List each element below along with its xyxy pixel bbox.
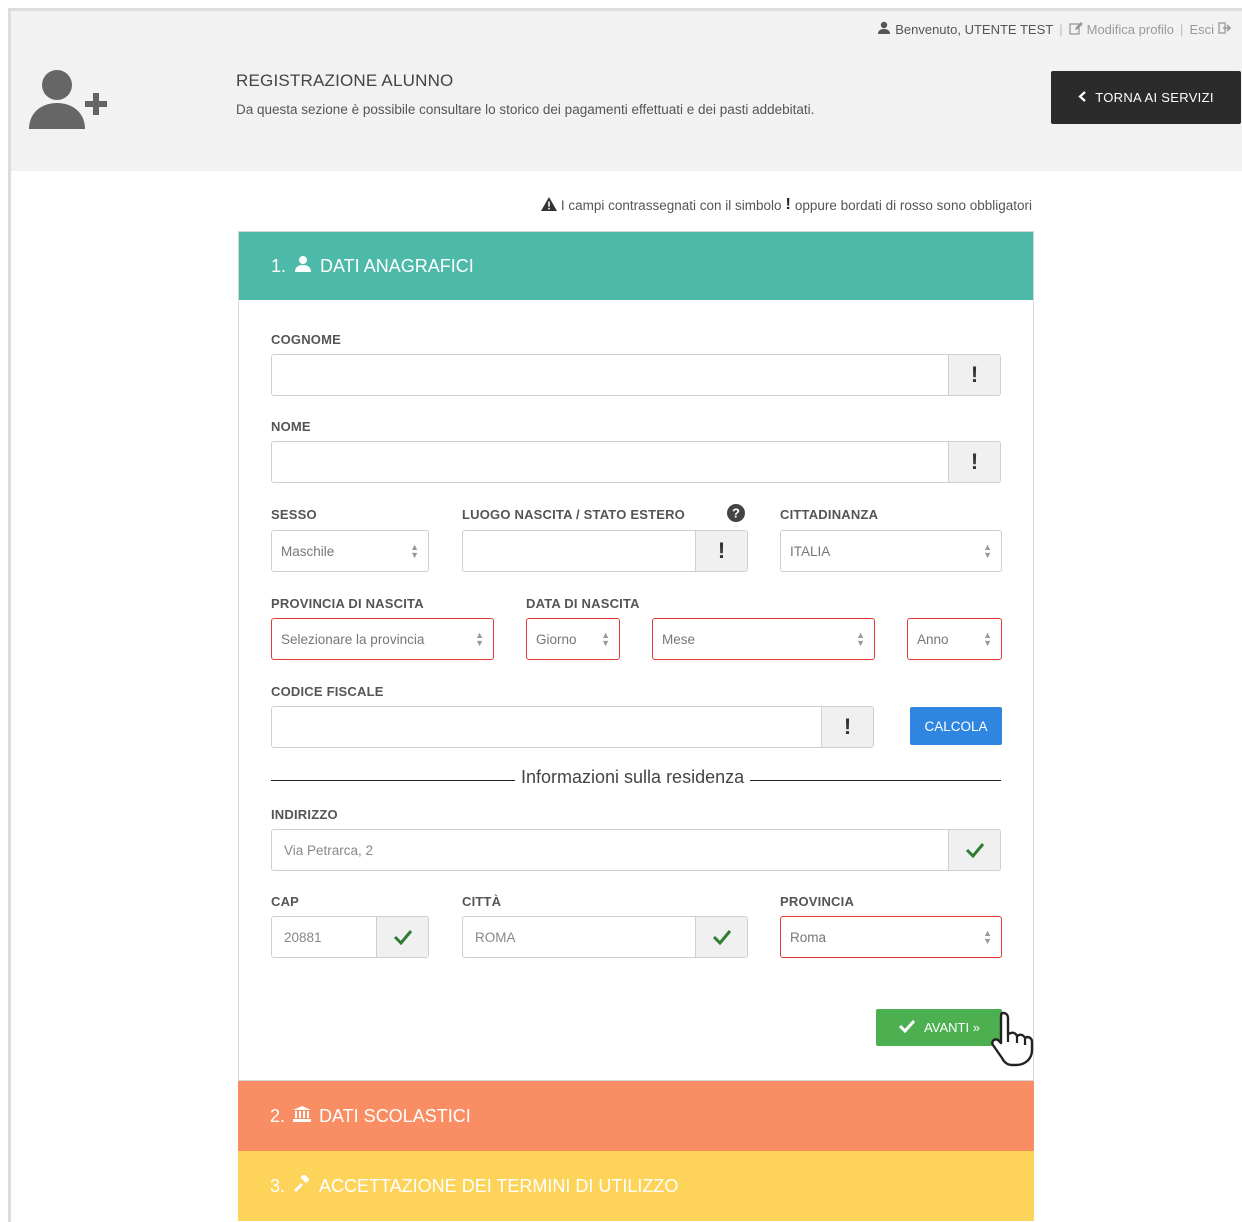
- exclamation-icon: !: [785, 196, 791, 213]
- user-icon: [877, 21, 891, 38]
- check-icon: [948, 830, 1000, 870]
- separator: |: [1180, 22, 1184, 37]
- giorno-value: Giorno: [536, 631, 577, 647]
- indirizzo-input[interactable]: Via Petrarca, 2: [272, 830, 948, 870]
- giorno-select[interactable]: Giorno ▲ ▼: [526, 618, 620, 660]
- step1-panel: 1. DATI ANAGRAFICI COGNOME ! NOME ! SESS…: [238, 231, 1034, 1081]
- select-arrows-icon: ▲ ▼: [856, 630, 865, 648]
- exclamation-icon: !: [821, 707, 873, 747]
- cognome-input[interactable]: [272, 355, 948, 395]
- cognome-field[interactable]: !: [271, 354, 1001, 396]
- note-text-after: oppure bordati di rosso sono obbligatori: [794, 197, 1032, 213]
- step1-number: 1.: [271, 255, 287, 276]
- residenza-divider-label: Informazioni sulla residenza: [515, 767, 751, 788]
- select-arrows-icon: ▲ ▼: [983, 542, 992, 560]
- select-arrows-icon: ▲ ▼: [983, 630, 992, 648]
- citta-field[interactable]: ROMA: [462, 916, 748, 958]
- citta-label: CITTÀ: [462, 894, 502, 909]
- exclamation-icon: !: [948, 442, 1000, 482]
- nome-label: NOME: [271, 419, 311, 434]
- sesso-select[interactable]: Maschile ▲ ▼: [271, 530, 429, 572]
- exclamation-icon: !: [695, 531, 747, 571]
- indirizzo-label: INDIRIZZO: [271, 807, 338, 822]
- luogo-nascita-input[interactable]: [463, 531, 695, 571]
- select-arrows-icon: ▲ ▼: [983, 928, 992, 946]
- calcola-button[interactable]: CALCOLA: [910, 707, 1002, 745]
- bank-icon: [293, 1105, 312, 1127]
- chevron-left-icon: [1078, 90, 1087, 105]
- page-header: Benvenuto, UTENTE TEST | Modifica profil…: [11, 11, 1242, 171]
- separator: |: [1059, 22, 1063, 37]
- step3-header[interactable]: 3. ACCETTAZIONE DEI TERMINI DI UTILIZZO: [238, 1151, 1034, 1221]
- cognome-label: COGNOME: [271, 332, 342, 347]
- step3-number: 3.: [270, 1175, 286, 1196]
- welcome-text: Benvenuto, UTENTE TEST: [895, 22, 1054, 37]
- anno-value: Anno: [917, 631, 949, 647]
- warning-icon: [540, 196, 557, 214]
- step3-title: ACCETTAZIONE DEI TERMINI DI UTILIZZO: [319, 1175, 679, 1196]
- select-arrows-icon: ▲ ▼: [410, 542, 419, 560]
- cittadinanza-value: ITALIA: [790, 543, 831, 559]
- luogo-nascita-field[interactable]: !: [462, 530, 748, 572]
- check-icon: [695, 917, 747, 957]
- check-icon: [898, 1019, 916, 1036]
- step1-title: DATI ANAGRAFICI: [320, 255, 474, 276]
- nome-input[interactable]: [272, 442, 948, 482]
- exclamation-icon: !: [948, 355, 1000, 395]
- data-nascita-label: DATA DI NASCITA: [526, 596, 640, 611]
- select-arrows-icon: ▲ ▼: [475, 630, 484, 648]
- codice-fiscale-field[interactable]: !: [271, 706, 874, 748]
- codice-fiscale-input[interactable]: [272, 707, 821, 747]
- step2-number: 2.: [270, 1105, 286, 1126]
- page-description: Da questa sezione è possibile consultare…: [236, 102, 815, 117]
- gavel-icon: [293, 1173, 311, 1198]
- user-bar: Benvenuto, UTENTE TEST | Modifica profil…: [877, 21, 1232, 38]
- required-fields-note: I campi contrassegnati con il simbolo ! …: [540, 196, 1032, 214]
- svg-text:?: ?: [732, 506, 740, 521]
- codice-fiscale-label: CODICE FISCALE: [271, 684, 384, 699]
- logout-icon[interactable]: [1218, 22, 1232, 37]
- select-arrows-icon: ▲ ▼: [601, 630, 610, 648]
- hand-pointer-icon: [981, 1003, 1045, 1067]
- nome-field[interactable]: !: [271, 441, 1001, 483]
- next-button-label: AVANTI »: [924, 1020, 980, 1035]
- step2-header[interactable]: 2. DATI SCOLASTICI: [238, 1081, 1034, 1151]
- citta-input[interactable]: ROMA: [463, 917, 695, 957]
- cap-field[interactable]: 20881: [271, 916, 429, 958]
- edit-icon[interactable]: [1068, 21, 1083, 38]
- help-icon[interactable]: ?: [727, 504, 745, 527]
- page-title: REGISTRAZIONE ALUNNO: [236, 71, 454, 90]
- cittadinanza-select[interactable]: ITALIA ▲ ▼: [780, 530, 1002, 572]
- provincia-nascita-label: PROVINCIA DI NASCITA: [271, 596, 424, 611]
- mese-select[interactable]: Mese ▲ ▼: [652, 618, 875, 660]
- sesso-label: SESSO: [271, 507, 317, 522]
- page-frame: Benvenuto, UTENTE TEST | Modifica profil…: [8, 8, 1242, 1222]
- cap-label: CAP: [271, 894, 300, 909]
- provincia-label: PROVINCIA: [780, 894, 855, 909]
- note-text-before: I campi contrassegnati con il simbolo: [560, 197, 782, 213]
- provincia-select[interactable]: Roma ▲ ▼: [780, 916, 1002, 958]
- edit-profile-link[interactable]: Modifica profilo: [1087, 22, 1174, 37]
- back-button-label: TORNA AI SERVIZI: [1095, 90, 1214, 105]
- provincia-nascita-select[interactable]: Selezionare la provincia ▲ ▼: [271, 618, 494, 660]
- add-user-icon: [27, 67, 109, 135]
- mese-value: Mese: [662, 631, 696, 647]
- user-icon: [294, 255, 312, 278]
- provincia-nascita-value: Selezionare la provincia: [281, 631, 425, 647]
- cittadinanza-label: CITTADINANZA: [780, 507, 879, 522]
- logout-link[interactable]: Esci: [1189, 22, 1214, 37]
- luogo-nascita-label: LUOGO NASCITA / STATO ESTERO: [462, 507, 685, 522]
- indirizzo-field[interactable]: Via Petrarca, 2: [271, 829, 1001, 871]
- step2-title: DATI SCOLASTICI: [319, 1105, 471, 1126]
- provincia-value: Roma: [790, 929, 827, 945]
- step1-header[interactable]: 1. DATI ANAGRAFICI: [239, 232, 1033, 300]
- check-icon: [376, 917, 428, 957]
- anno-select[interactable]: Anno ▲ ▼: [907, 618, 1002, 660]
- sesso-value: Maschile: [281, 543, 335, 559]
- back-to-services-button[interactable]: TORNA AI SERVIZI: [1051, 71, 1241, 124]
- cap-input[interactable]: 20881: [272, 917, 376, 957]
